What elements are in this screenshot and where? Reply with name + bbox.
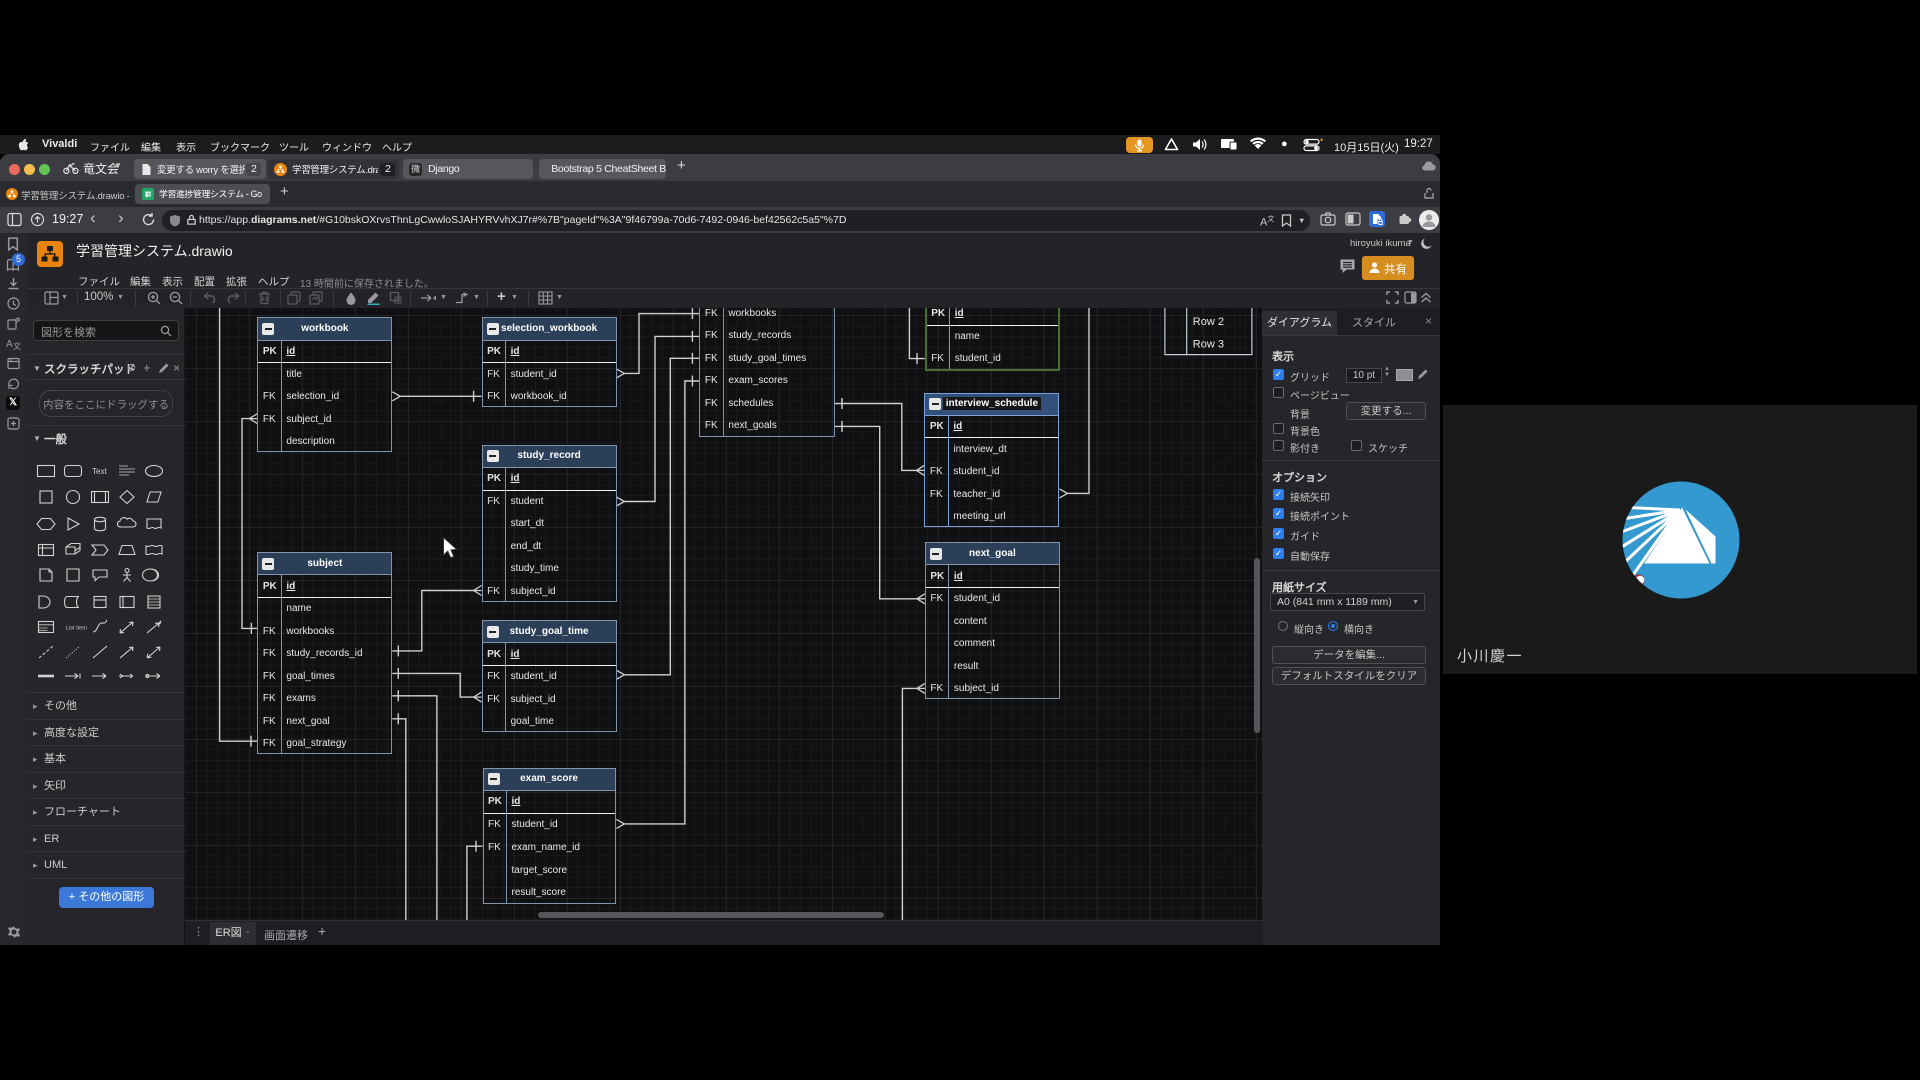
svg-text:Text: Text xyxy=(92,467,107,476)
svg-text:文: 文 xyxy=(13,341,21,350)
svg-text:Row 3: Row 3 xyxy=(1193,338,1224,350)
svg-text:Row 2: Row 2 xyxy=(1193,316,1224,328)
svg-text:List Item: List Item xyxy=(66,626,87,632)
svg-text:A: A xyxy=(6,339,13,350)
